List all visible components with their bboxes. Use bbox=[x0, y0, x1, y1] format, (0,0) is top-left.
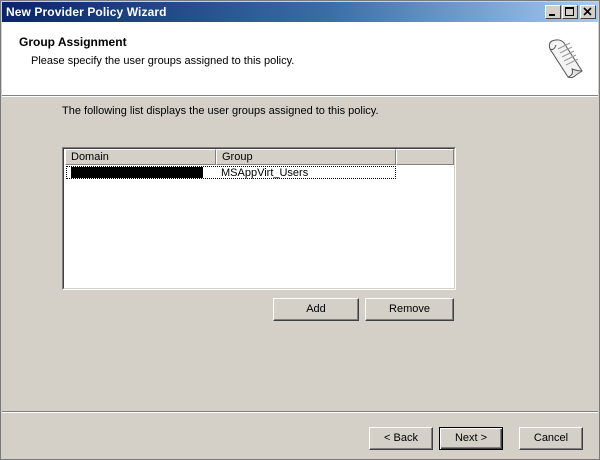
close-icon bbox=[583, 7, 592, 16]
cancel-button[interactable]: Cancel bbox=[519, 427, 583, 450]
column-header-domain[interactable]: Domain bbox=[65, 149, 216, 165]
maximize-button[interactable] bbox=[562, 5, 578, 19]
intro-text: The following list displays the user gro… bbox=[62, 105, 379, 117]
minimize-button[interactable] bbox=[545, 5, 561, 19]
wizard-header: Group Assignment Please specify the user… bbox=[2, 22, 598, 96]
remove-button-label: Remove bbox=[389, 303, 430, 315]
group-cell: MSAppVirt_Users bbox=[221, 167, 309, 179]
next-button[interactable]: Next > bbox=[439, 427, 503, 450]
remove-button[interactable]: Remove bbox=[365, 298, 454, 321]
column-header-filler bbox=[396, 149, 454, 165]
back-button[interactable]: < Back bbox=[369, 427, 433, 450]
list-header: Domain Group bbox=[64, 149, 454, 165]
next-button-label: Next > bbox=[454, 432, 488, 444]
scroll-document-icon bbox=[548, 39, 583, 79]
column-header-group[interactable]: Group bbox=[216, 149, 396, 165]
header-divider bbox=[2, 96, 598, 97]
minimize-icon bbox=[549, 14, 555, 16]
add-button[interactable]: Add bbox=[273, 298, 359, 321]
user-groups-list[interactable]: Domain Group MSAppVirt_Users bbox=[62, 147, 456, 290]
maximize-icon bbox=[565, 7, 574, 16]
page-subtitle: Please specify the user groups assigned … bbox=[31, 55, 295, 67]
close-button[interactable] bbox=[580, 5, 596, 19]
back-button-label: < Back bbox=[384, 432, 418, 444]
window-title: New Provider Policy Wizard bbox=[6, 5, 167, 19]
redacted-domain-cell bbox=[71, 167, 203, 178]
wizard-window: New Provider Policy Wizard Group Assignm… bbox=[0, 0, 600, 460]
add-button-label: Add bbox=[306, 303, 326, 315]
cancel-button-label: Cancel bbox=[533, 432, 569, 444]
title-bar[interactable]: New Provider Policy Wizard bbox=[2, 2, 598, 22]
page-title: Group Assignment bbox=[19, 35, 127, 49]
